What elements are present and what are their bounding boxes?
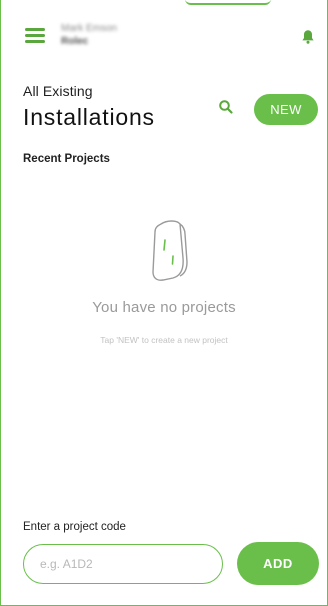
menu-bar	[25, 34, 45, 37]
app-header: Mark Emson Rolec	[1, 18, 327, 54]
user-name: Mark Emson	[61, 23, 118, 34]
menu-bar	[25, 28, 45, 31]
project-code-input[interactable]	[23, 544, 223, 584]
app-screen: Mark Emson Rolec All Existing Installati…	[0, 0, 328, 606]
menu-bar	[25, 40, 45, 43]
charger-icon	[147, 218, 191, 284]
page-pretitle: All Existing	[23, 83, 93, 99]
hamburger-menu-icon[interactable]	[25, 27, 47, 45]
empty-state-title: You have no projects	[92, 299, 236, 316]
new-project-button[interactable]: NEW	[254, 94, 318, 125]
top-notch	[185, 0, 271, 5]
project-code-label: Enter a project code	[23, 521, 126, 533]
bell-icon[interactable]	[301, 29, 315, 45]
empty-state-subtitle: Tap 'NEW' to create a new project	[100, 335, 228, 345]
search-icon[interactable]	[218, 99, 234, 115]
add-project-code-button[interactable]: ADD	[237, 542, 319, 585]
page-title: Installations	[23, 104, 155, 130]
recent-projects-heading: Recent Projects	[23, 153, 110, 165]
user-company: Rolec	[61, 36, 89, 47]
user-info: Mark Emson Rolec	[61, 22, 117, 49]
